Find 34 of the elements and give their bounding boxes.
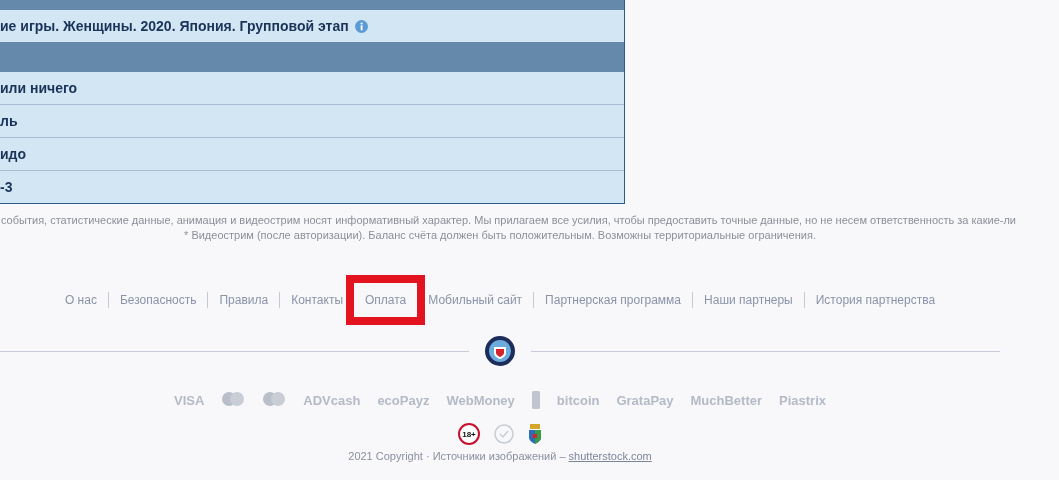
disclaimer-text: события, статистические данные, анимация и видеострим носят информативный характер. Мы прилагаем все усилия, чтобы предоставить точные данные, но не несем ответственность за какие-ли [0, 213, 1016, 228]
footer-link[interactable]: Наши партнеры [703, 293, 794, 307]
payment-logo: Piastrix [779, 392, 827, 408]
payment-logo: ADVcash [303, 392, 361, 408]
info-icon[interactable] [354, 19, 368, 33]
payment-logo: MuchBetter [690, 392, 763, 408]
image-source-link[interactable]: shutterstock.com [568, 450, 652, 462]
payment-logo: bitcoin [556, 392, 600, 408]
age-limit-badge: 18+ [458, 423, 480, 445]
copyright-text: 2021 Copyright · Источники изображений – [348, 450, 567, 462]
phone-icon [531, 391, 540, 409]
payment-logo: GrataPay [616, 392, 674, 408]
footer-link[interactable]: Безопасность [118, 293, 198, 307]
event-name[interactable]: -3 [0, 179, 13, 195]
coat-of-arms-icon [528, 424, 542, 444]
payment-logo: WebMoney [446, 392, 515, 408]
footer-link[interactable]: Оплата [346, 275, 426, 325]
footer-link[interactable]: История партнерства [814, 293, 937, 307]
card-logo-icon [262, 392, 287, 408]
event-name[interactable]: ль [0, 113, 18, 129]
tournament-title[interactable]: ие игры. Женщины. 2020. Япония. Групповой этап [0, 18, 349, 34]
footer-link[interactable]: О нас [63, 293, 98, 307]
footer-link[interactable]: Мобильный сайт [427, 293, 524, 307]
event-name[interactable]: идо [0, 146, 27, 162]
footer-link[interactable]: Контакты [290, 293, 344, 307]
footer-link[interactable]: Партнерская программа [544, 293, 683, 307]
seal-icon [494, 424, 514, 444]
disclaimer-text: * Видеострим (после авторизации). Баланс счёта должен быть положительным. Возможны территориальные ограничения. [183, 228, 817, 243]
card-logo-icon [221, 392, 246, 408]
event-name[interactable]: или ничего [0, 80, 78, 96]
payment-logo: ecoPayz [377, 392, 430, 408]
payment-logo: VISA [173, 392, 205, 408]
club-crest-icon [484, 335, 516, 367]
footer-link[interactable]: Правила [218, 293, 270, 307]
